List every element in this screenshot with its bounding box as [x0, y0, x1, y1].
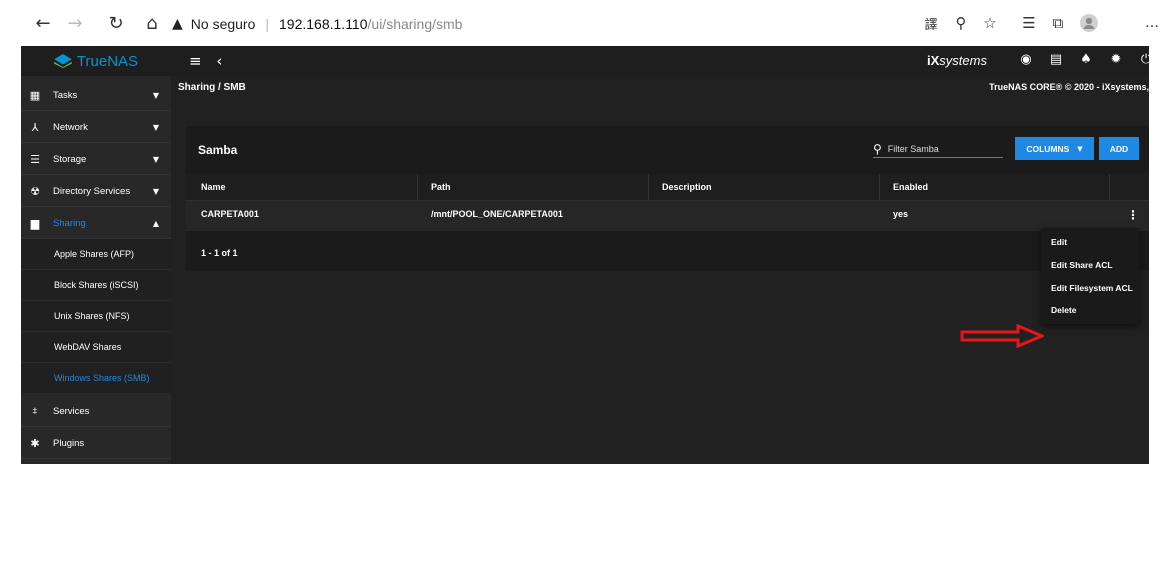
- sidebar: ▦ Tasks ▼ ⅄ Network ▼ ☰ Storage ▼ ☢ Dire…: [21, 76, 171, 464]
- reload-icon[interactable]: ↻: [101, 8, 131, 38]
- column-divider: [648, 174, 649, 200]
- menu-toggle[interactable]: ≡ ‹: [189, 52, 222, 70]
- pagination-info: 1 - 1 of 1: [201, 248, 238, 258]
- profile-avatar-icon[interactable]: [1074, 8, 1104, 38]
- sidebar-item-directory-services[interactable]: ☢ Directory Services ▼: [21, 176, 171, 207]
- sidebar-subitem-afp[interactable]: Apple Shares (AFP): [21, 239, 171, 270]
- truenas-logo[interactable]: TrueNAS: [21, 46, 171, 76]
- warning-icon: ▲: [172, 16, 183, 32]
- calendar-icon: ▦: [29, 88, 41, 102]
- sidebar-subitem-nfs[interactable]: Unix Shares (NFS): [21, 301, 171, 332]
- brand-name: TrueNAS: [76, 52, 139, 70]
- address-bar[interactable]: ▲ No seguro | 192.168.1.110 /ui/sharing/…: [172, 14, 462, 34]
- power-icon[interactable]: ⏻: [1139, 52, 1149, 67]
- filter-placeholder: Filter Samba: [887, 143, 939, 154]
- sidebar-item-label: Sharing: [53, 217, 86, 229]
- sidebar-item-label: Storage: [53, 153, 87, 165]
- sidebar-item-storage[interactable]: ☰ Storage ▼: [21, 144, 171, 175]
- more-options-icon[interactable]: …: [1137, 8, 1167, 38]
- samba-card: Samba ⚲ Filter Samba COLUMNS ▼ ADD Name …: [186, 126, 1149, 271]
- cell-name: CARPETA001: [201, 209, 259, 219]
- cell-enabled: yes: [893, 209, 909, 219]
- column-header-enabled[interactable]: Enabled: [893, 182, 928, 192]
- menu-item-edit-share-acl[interactable]: Edit Share ACL: [1051, 260, 1113, 270]
- url-host: 192.168.1.110: [279, 16, 368, 32]
- forward-arrow-icon[interactable]: →: [60, 8, 90, 38]
- storage-icon: ☰: [30, 152, 40, 166]
- column-divider: [1109, 174, 1110, 200]
- cell-path: /mnt/POOL_ONE/CARPETA001: [431, 209, 563, 219]
- columns-button[interactable]: COLUMNS ▼: [1015, 137, 1094, 160]
- table-row[interactable]: CARPETA001 /mnt/POOL_ONE/CARPETA001 yes …: [186, 201, 1149, 231]
- sliders-icon: ⧧: [32, 404, 38, 417]
- sidebar-item-tasks[interactable]: ▦ Tasks ▼: [21, 80, 171, 111]
- sidebar-item-label: Services: [53, 405, 90, 417]
- hamburger-icon[interactable]: ≡: [189, 52, 202, 70]
- favorites-list-icon[interactable]: ☰: [1014, 8, 1044, 38]
- network-icon: ⅄: [31, 120, 39, 134]
- translate-icon[interactable]: 譯: [916, 8, 946, 38]
- collections-icon[interactable]: ⧉: [1043, 8, 1073, 38]
- sidebar-item-plugins[interactable]: ✱ Plugins: [21, 428, 171, 459]
- filter-input[interactable]: ⚲ Filter Samba: [873, 140, 1003, 158]
- sidebar-item-sharing[interactable]: ▆ Sharing ▲: [21, 208, 171, 239]
- folder-share-icon: ▆: [30, 216, 40, 230]
- puzzle-icon: ✱: [30, 436, 40, 450]
- column-header-path[interactable]: Path: [431, 182, 451, 192]
- settings-gear-icon[interactable]: ✹: [1109, 52, 1123, 67]
- home-icon[interactable]: ⌂: [137, 8, 167, 38]
- ixsystems-logo[interactable]: iXsystems: [927, 53, 987, 68]
- browser-toolbar: ← → ↻ ⌂ ▲ No seguro | 192.168.1.110 /ui/…: [0, 0, 1167, 46]
- top-icons: ◉ ▤ ♠ ✹ ⏻: [1019, 52, 1149, 67]
- chevron-down-icon: ▼: [152, 90, 159, 100]
- sidebar-subitem-iscsi[interactable]: Block Shares (iSCSI): [21, 270, 171, 301]
- sidebar-subitem-webdav[interactable]: WebDAV Shares: [21, 332, 171, 363]
- directory-services-icon[interactable]: ▤: [1049, 52, 1063, 67]
- sidebar-item-label: Tasks: [53, 89, 78, 101]
- sidebar-item-services[interactable]: ⧧ Services: [21, 396, 171, 427]
- chevron-down-icon: ▼: [152, 186, 159, 196]
- truenas-app: TrueNAS ≡ ‹ iXsystems ◉ ▤ ♠ ✹ ⏻ ▦ Tasks …: [21, 46, 1149, 464]
- add-button[interactable]: ADD: [1099, 137, 1139, 160]
- menu-item-edit-filesystem-acl[interactable]: Edit Filesystem ACL: [1051, 283, 1133, 293]
- caret-down-icon: ▼: [1077, 144, 1083, 153]
- back-arrow-icon[interactable]: ←: [28, 8, 58, 38]
- url-path: /ui/sharing/smb: [367, 16, 463, 32]
- row-actions-kebab-icon[interactable]: ⋮: [1127, 208, 1139, 222]
- top-bar: TrueNAS ≡ ‹ iXsystems ◉ ▤ ♠ ✹ ⏻: [21, 46, 1149, 76]
- sidebar-subitem-smb[interactable]: Windows Shares (SMB): [21, 363, 171, 394]
- column-divider: [417, 174, 418, 200]
- sidebar-item-label: Network: [53, 121, 88, 133]
- directory-icon: ☢: [30, 184, 40, 198]
- truenas-logo-icon: [54, 54, 72, 68]
- columns-button-label: COLUMNS: [1026, 143, 1070, 154]
- table-header: Name Path Description Enabled: [186, 174, 1149, 201]
- sidebar-item-label: Plugins: [53, 437, 85, 449]
- sidebar-item-label: Directory Services: [53, 185, 131, 197]
- column-header-description[interactable]: Description: [662, 182, 712, 192]
- notifications-bell-icon[interactable]: ♠: [1079, 52, 1093, 67]
- collapse-chevron-icon[interactable]: ‹: [216, 52, 222, 70]
- chevron-up-icon: ▲: [152, 218, 159, 228]
- search-icon: ⚲: [873, 141, 882, 156]
- sidebar-item-network[interactable]: ⅄ Network ▼: [21, 112, 171, 143]
- menu-item-delete[interactable]: Delete: [1051, 305, 1077, 315]
- address-separator: |: [265, 16, 270, 32]
- vendor-prefix: iX: [927, 53, 940, 68]
- copyright-text: TrueNAS CORE® © 2020 - iXsystems,: [989, 82, 1149, 92]
- menu-item-edit[interactable]: Edit: [1051, 237, 1067, 247]
- row-actions-menu: Edit Edit Share ACL Edit Filesystem ACL …: [1041, 228, 1139, 324]
- card-title: Samba: [198, 143, 238, 157]
- truecommand-icon[interactable]: ◉: [1019, 52, 1033, 67]
- breadcrumb: Sharing / SMB: [178, 82, 246, 93]
- zoom-icon[interactable]: ⚲: [946, 8, 976, 38]
- annotation-arrow-icon: [960, 324, 1044, 348]
- column-header-name[interactable]: Name: [201, 182, 226, 192]
- favorite-star-icon[interactable]: ☆: [975, 8, 1005, 38]
- security-label: No seguro: [190, 16, 256, 32]
- chevron-down-icon: ▼: [152, 154, 159, 164]
- vendor-suffix: systems: [939, 53, 987, 68]
- chevron-down-icon: ▼: [152, 122, 159, 132]
- column-divider: [879, 174, 880, 200]
